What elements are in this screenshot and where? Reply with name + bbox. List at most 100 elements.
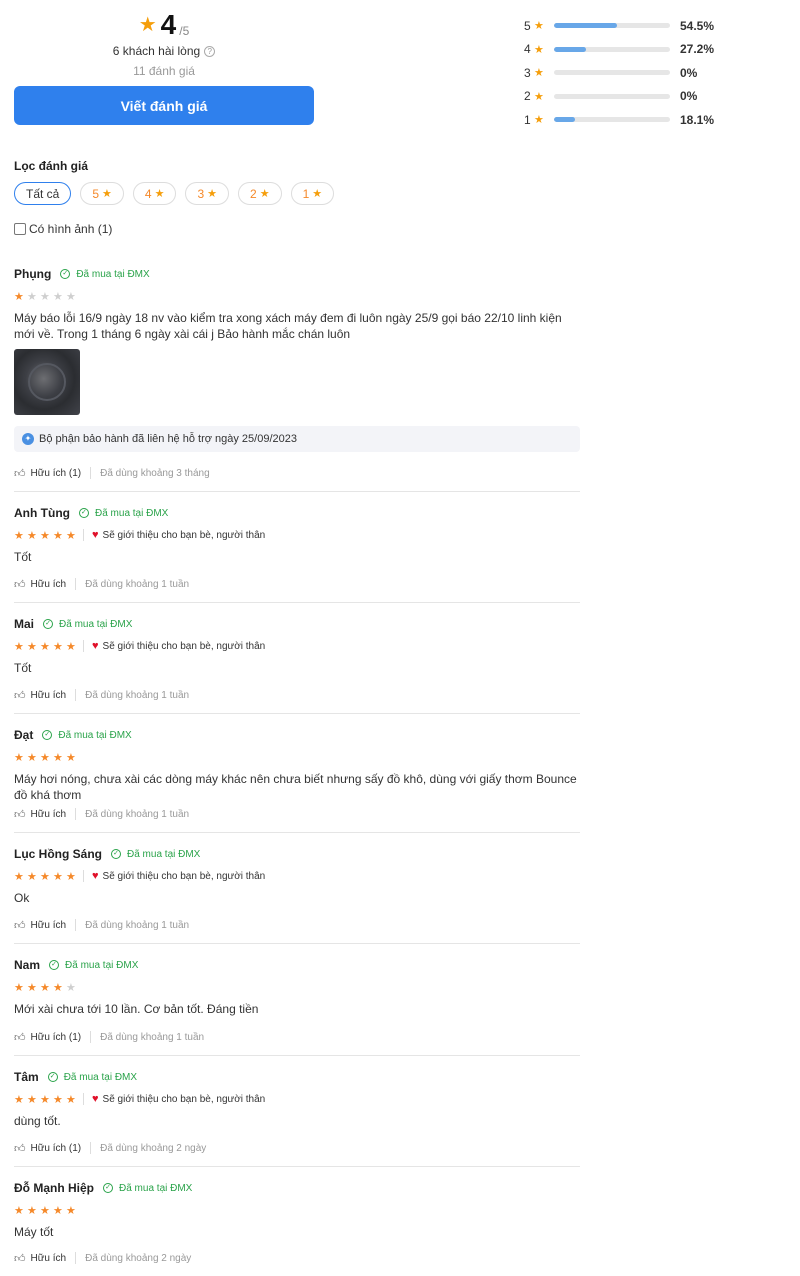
divider bbox=[75, 578, 77, 590]
filter-chip-1-star[interactable]: 1 ★ bbox=[290, 182, 335, 205]
review-text: Mới xài chưa tới 10 lần. Cơ bản tốt. Đán… bbox=[14, 1002, 259, 1016]
review-stars: ★ ★ ★ ★ ★ ♥ Sẽ giới thiệu cho bạn bè, người th… bbox=[14, 867, 580, 885]
star-icon: ★ bbox=[40, 290, 50, 303]
filter-chip-label: 4 bbox=[144, 186, 152, 201]
star-icon: ★ bbox=[138, 14, 157, 36]
verified-label: Đã mua tại ĐMX bbox=[127, 848, 201, 860]
review-footer: 👍︎ Hữu ích Đã dùng khoảng 1 tuần bbox=[14, 803, 189, 825]
filter-chip-3-star[interactable]: 3 ★ bbox=[185, 182, 230, 205]
verified-label: Đã mua tại ĐMX bbox=[76, 268, 150, 280]
helpful-button[interactable]: 👍︎ Hữu ích bbox=[14, 1252, 66, 1265]
filter-chip-label: 3 bbox=[197, 186, 205, 201]
star-icon: ★ bbox=[14, 870, 24, 883]
reviewer-name: Tâm bbox=[14, 1070, 39, 1084]
distribution-bar bbox=[554, 70, 670, 76]
staff-reply: ✦ Bộ phận bảo hành đã liên hệ hỗ trợ ngày… bbox=[14, 426, 580, 452]
distribution-row[interactable]: 4 ★ 27.2% bbox=[524, 38, 724, 62]
star-icon: ★ bbox=[66, 981, 76, 994]
write-review-button[interactable]: Viết đánh giá bbox=[14, 86, 314, 125]
distribution-bar-fill bbox=[554, 23, 618, 29]
star-icon: ★ bbox=[66, 290, 76, 303]
review-photo[interactable] bbox=[14, 349, 80, 415]
thumbs-up-icon: 👍︎ bbox=[14, 578, 26, 591]
rating-distribution: 5 ★ 54.5% 4 ★ 27.2% 3 ★ 0% 2 ★ 0% 1 ★ 18.1% bbox=[524, 14, 724, 132]
verified-badge: ✓ Đã mua tại ĐMX bbox=[78, 508, 168, 519]
verified-label: Đã mua tại ĐMX bbox=[59, 618, 133, 630]
review-footer: 👍︎ Hữu ích Đã dùng khoảng 1 tuần bbox=[14, 684, 189, 706]
distribution-percent: 27.2% bbox=[680, 42, 715, 57]
distribution-star-number: 1 bbox=[524, 112, 531, 127]
heart-icon: ♥ bbox=[92, 1093, 99, 1105]
has-image-checkbox[interactable] bbox=[14, 223, 26, 235]
divider bbox=[90, 467, 92, 479]
usage-duration: Đã dùng khoảng 1 tuần bbox=[85, 919, 190, 931]
filter-chip-5-star[interactable]: 5 ★ bbox=[80, 182, 124, 205]
divider bbox=[90, 1142, 92, 1154]
distribution-row[interactable]: 2 ★ 0% bbox=[524, 85, 724, 109]
reviewer-name: Đỗ Mạnh Hiệp bbox=[14, 1181, 94, 1195]
star-icon: ★ bbox=[14, 1204, 24, 1217]
thumbs-up-icon: 👍︎ bbox=[14, 1252, 26, 1265]
helpful-button[interactable]: 👍︎ Hữu ích bbox=[14, 919, 66, 932]
recommend-badge: ♥ Sẽ giới thiệu cho bạn bè, người thân bbox=[92, 1093, 265, 1105]
review-text: Tốt bbox=[14, 550, 32, 564]
distribution-row[interactable]: 3 ★ 0% bbox=[524, 61, 724, 85]
reviewer-name: Phụng bbox=[14, 267, 52, 281]
filter-chips: Tất cả 5 ★ 4 ★ 3 ★ 2 ★ 1 ★ bbox=[14, 182, 335, 205]
helpful-label: Hữu ích bbox=[30, 1252, 67, 1264]
review-header: Lục Hồng Sáng ✓ Đã mua tại ĐMX bbox=[14, 844, 580, 864]
filter-chip-4-star[interactable]: 4 ★ bbox=[132, 182, 177, 205]
helpful-button[interactable]: 👍︎ Hữu ích bbox=[14, 578, 66, 591]
helpful-button[interactable]: 👍︎ Hữu ích bbox=[14, 689, 66, 702]
review-header: Tâm ✓ Đã mua tại ĐMX bbox=[14, 1067, 580, 1087]
distribution-percent: 0% bbox=[680, 89, 698, 104]
check-circle-icon: ✓ bbox=[47, 1072, 58, 1082]
star-icon: ★ bbox=[53, 290, 63, 303]
review-footer: 👍︎ Hữu ích (1) Đã dùng khoảng 3 tháng bbox=[14, 462, 210, 484]
divider bbox=[83, 870, 84, 882]
filter-chip-2-star[interactable]: 2 ★ bbox=[238, 182, 282, 205]
thumbs-up-icon: 👍︎ bbox=[14, 689, 26, 702]
review-item: Đạt ✓ Đã mua tại ĐMX ★ ★ ★ ★ ★ Máy hơi nóng, chư… bbox=[14, 714, 580, 833]
review-stars: ★ ★ ★ ★ ★ bbox=[14, 1201, 580, 1219]
star-icon: ★ bbox=[66, 529, 76, 542]
helpful-button[interactable]: 👍︎ Hữu ích (1) bbox=[14, 467, 81, 480]
star-icon: ★ bbox=[40, 981, 50, 994]
usage-duration: Đã dùng khoảng 1 tuần bbox=[85, 808, 190, 820]
help-icon[interactable]: ? bbox=[204, 46, 216, 58]
review-footer: 👍︎ Hữu ích (1) Đã dùng khoảng 2 ngày bbox=[14, 1137, 206, 1159]
star-icon: ★ bbox=[27, 751, 37, 764]
helpful-button[interactable]: 👍︎ Hữu ích bbox=[14, 808, 66, 821]
review-stars: ★ ★ ★ ★ ★ bbox=[14, 748, 580, 766]
star-icon: ★ bbox=[534, 90, 544, 103]
helpful-button[interactable]: 👍︎ Hữu ích (1) bbox=[14, 1031, 81, 1044]
star-icon: ★ bbox=[207, 188, 218, 200]
review-item: Anh Tùng ✓ Đã mua tại ĐMX ★ ★ ★ ★ ★ ♥ Sẽ giới thi… bbox=[14, 492, 580, 603]
review-item: Phụng ✓ Đã mua tại ĐMX ★ ★ ★ ★ ★ Máy báo lỗi 16/… bbox=[14, 258, 580, 492]
verified-label: Đã mua tại ĐMX bbox=[63, 1071, 138, 1083]
check-circle-icon: ✓ bbox=[49, 960, 60, 970]
filter-chip-label: 1 bbox=[302, 186, 310, 201]
helpful-button[interactable]: 👍︎ Hữu ích (1) bbox=[14, 1142, 81, 1155]
filter-chip-all[interactable]: Tất cả bbox=[14, 182, 72, 205]
thumbs-up-icon: 👍︎ bbox=[14, 808, 26, 821]
rating-summary: ★ 4 /5 6 khách hài lòng? 11 đánh giá Viế… bbox=[14, 8, 314, 125]
star-icon: ★ bbox=[534, 43, 544, 56]
star-icon: ★ bbox=[154, 188, 165, 200]
star-icon: ★ bbox=[66, 751, 76, 764]
review-stars: ★ ★ ★ ★ ★ bbox=[14, 978, 580, 996]
recommend-badge: ♥ Sẽ giới thiệu cho bạn bè, người thân bbox=[92, 640, 265, 652]
distribution-row[interactable]: 5 ★ 54.5% bbox=[524, 14, 724, 38]
has-image-filter[interactable]: Có hình ảnh (1) bbox=[14, 222, 112, 236]
review-item: Đỗ Mạnh Hiệp ✓ Đã mua tại ĐMX ★ ★ ★ ★ ★ Máy tốt 👍… bbox=[14, 1167, 580, 1276]
helpful-label: Hữu ích (1) bbox=[30, 1142, 82, 1154]
star-icon: ★ bbox=[40, 751, 50, 764]
verified-badge: ✓ Đã mua tại ĐMX bbox=[42, 730, 132, 741]
star-icon: ★ bbox=[259, 188, 270, 200]
verified-badge: ✓ Đã mua tại ĐMX bbox=[43, 619, 132, 630]
verified-badge: ✓ Đã mua tại ĐMX bbox=[60, 268, 150, 280]
star-icon: ★ bbox=[27, 1204, 37, 1217]
thumbs-up-icon: 👍︎ bbox=[14, 1031, 26, 1044]
star-icon: ★ bbox=[27, 640, 37, 653]
distribution-row[interactable]: 1 ★ 18.1% bbox=[524, 108, 724, 132]
